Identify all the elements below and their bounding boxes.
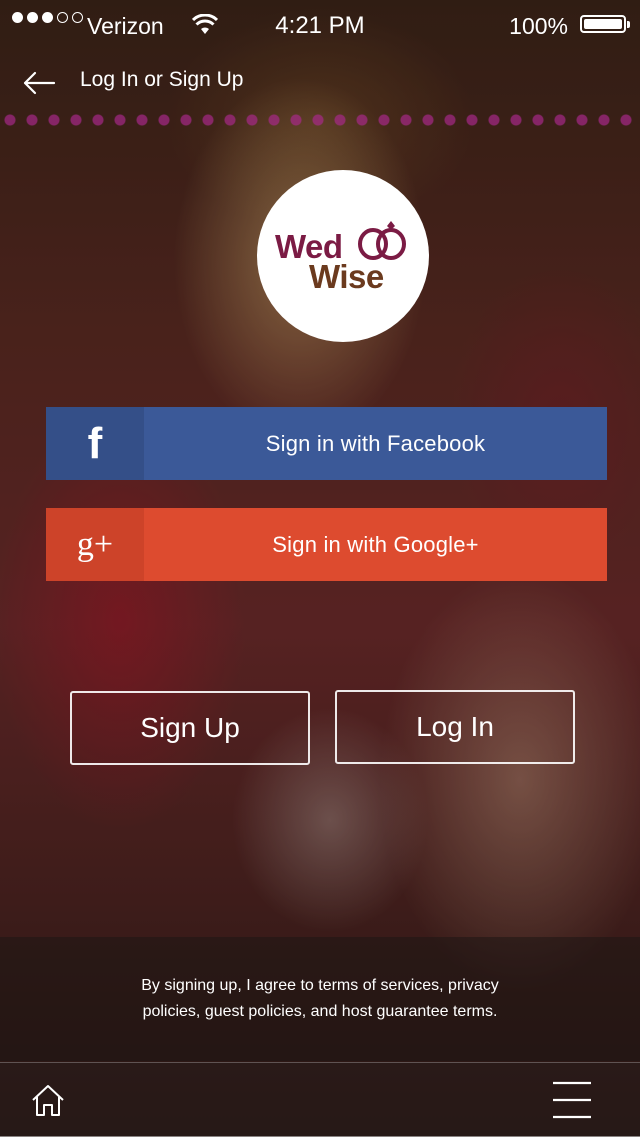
google-plus-icon: g+ xyxy=(76,525,114,563)
home-icon[interactable] xyxy=(30,1082,66,1118)
facebook-signin-button[interactable]: f Sign in with Facebook xyxy=(46,407,607,480)
facebook-icon: f xyxy=(87,418,103,468)
status-bar: Verizon 4:21 PM 100% xyxy=(0,0,640,50)
battery-icon xyxy=(580,15,630,33)
google-signin-button[interactable]: g+ Sign in with Google+ xyxy=(46,508,607,581)
logo-text-wise: Wise xyxy=(309,258,384,295)
battery-percent: 100% xyxy=(509,13,568,39)
google-signin-label: Sign in with Google+ xyxy=(272,531,479,557)
app-logo: Wed Wise xyxy=(257,170,429,342)
google-icon-box: g+ xyxy=(46,508,144,581)
page-title: Log In or Sign Up xyxy=(80,68,244,91)
terms-panel: By signing up, I agree to terms of servi… xyxy=(0,937,640,1061)
back-arrow-icon[interactable] xyxy=(22,70,56,96)
sign-up-button[interactable]: Sign Up xyxy=(70,691,310,765)
menu-icon[interactable] xyxy=(552,1081,592,1119)
facebook-signin-label: Sign in with Facebook xyxy=(265,430,486,456)
terms-text: By signing up, I agree to terms of servi… xyxy=(141,977,499,1020)
bottom-nav-bar xyxy=(0,1062,640,1137)
log-in-button[interactable]: Log In xyxy=(335,690,575,764)
facebook-icon-box: f xyxy=(46,407,144,480)
decor-garland xyxy=(0,108,640,148)
